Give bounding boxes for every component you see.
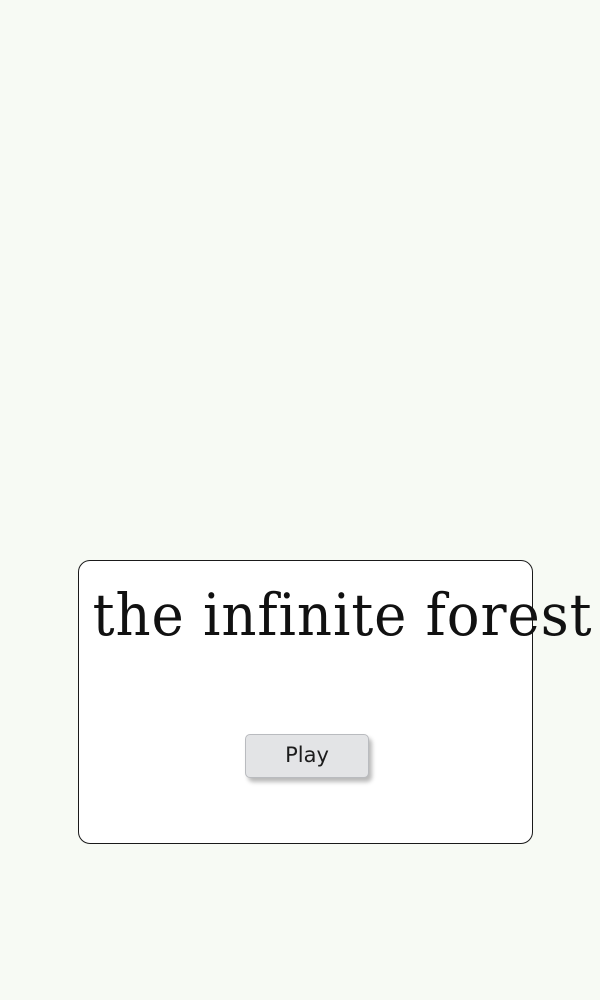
game-title: the infinite forest xyxy=(92,581,593,649)
game-screen: the infinite forest Play xyxy=(0,0,600,1000)
title-menu-card: the infinite forest Play xyxy=(78,560,593,844)
play-button[interactable]: Play xyxy=(245,734,369,778)
